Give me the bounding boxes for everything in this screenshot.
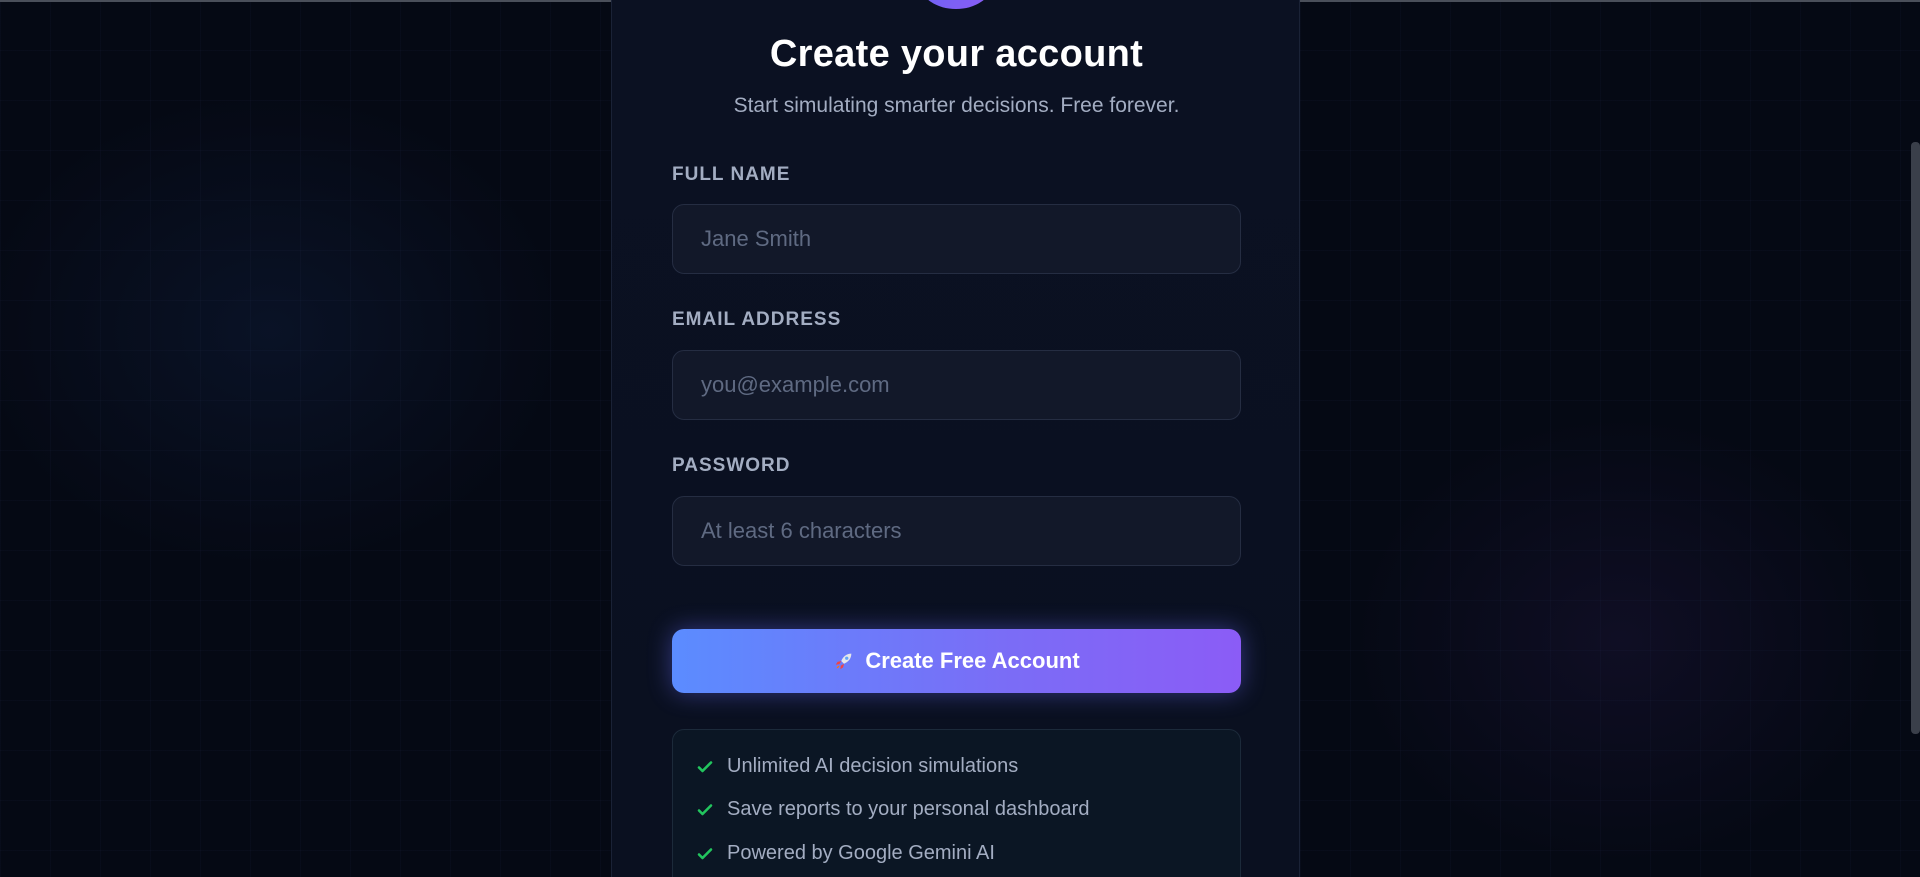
signup-card: Create your account Start simulating sma… (611, 0, 1300, 877)
feature-text: Powered by Google Gemini AI (727, 842, 995, 864)
create-account-button-label: Create Free Account (865, 648, 1080, 673)
feature-item: Powered by Google Gemini AI (697, 842, 995, 865)
create-account-button[interactable]: Create Free Account (672, 629, 1241, 693)
feature-item: Unlimited AI decision simulations (697, 755, 1018, 778)
password-input[interactable] (672, 496, 1241, 566)
check-icon (697, 847, 713, 859)
full-name-input[interactable] (672, 204, 1241, 274)
scrollbar[interactable] (1910, 0, 1920, 877)
email-label: EMAIL ADDRESS (672, 309, 842, 330)
feature-item: Save reports to your personal dashboard (697, 798, 1089, 821)
email-input[interactable] (672, 350, 1241, 420)
check-icon (697, 760, 713, 772)
features-list: Unlimited AI decision simulations Save r… (672, 729, 1241, 877)
page-subtitle: Start simulating smarter decisions. Free… (733, 94, 1180, 117)
page: Create your account Start simulating sma… (0, 0, 1920, 877)
password-label: PASSWORD (672, 455, 791, 476)
scrollbar-thumb[interactable] (1911, 142, 1920, 734)
logo-badge (920, 0, 992, 9)
page-title: Create your account (769, 33, 1144, 75)
check-icon (697, 803, 713, 815)
feature-text: Unlimited AI decision simulations (727, 755, 1019, 777)
feature-text: Save reports to your personal dashboard (727, 798, 1090, 820)
full-name-label: FULL NAME (672, 164, 791, 185)
rocket-icon (836, 653, 852, 670)
